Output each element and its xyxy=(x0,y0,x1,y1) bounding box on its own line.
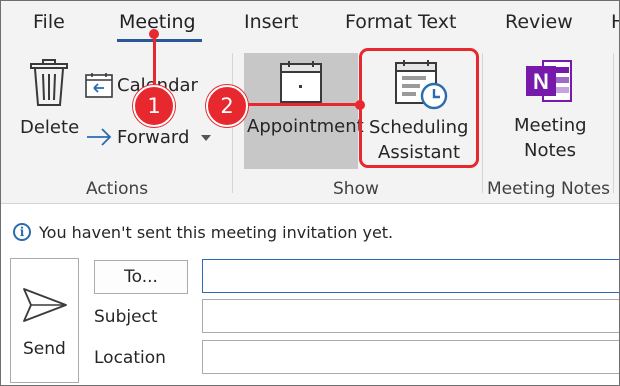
group-divider xyxy=(482,53,483,193)
info-message: You haven't sent this meeting invitation… xyxy=(39,223,394,242)
forward-arrow-icon xyxy=(87,128,112,146)
send-button[interactable]: Send xyxy=(10,258,79,383)
callout-badge-2: 2 xyxy=(206,85,248,127)
meeting-notes-line2: Notes xyxy=(524,140,576,161)
info-icon: i xyxy=(13,223,31,241)
chevron-down-icon[interactable] xyxy=(201,135,211,141)
outlook-meeting-window: File Meeting Insert Format Text Review H… xyxy=(0,0,620,386)
appointment-label: Appointment xyxy=(247,116,364,137)
scheduling-assistant-highlight xyxy=(359,48,479,168)
tab-help-partial[interactable]: H xyxy=(611,11,619,33)
onenote-icon: N xyxy=(526,60,572,102)
meeting-notes-button[interactable]: N Meeting Notes xyxy=(496,55,606,167)
delete-button[interactable]: Delete xyxy=(15,55,79,150)
ribbon: File Meeting Insert Format Text Review H… xyxy=(1,1,619,204)
delete-label: Delete xyxy=(20,117,80,138)
appointment-button[interactable]: Appointment xyxy=(244,53,364,169)
trash-icon xyxy=(30,59,68,106)
subject-label: Subject xyxy=(94,307,158,327)
send-icon xyxy=(23,288,67,322)
info-bar: i You haven't sent this meeting invitati… xyxy=(1,219,619,247)
to-field[interactable] xyxy=(202,259,619,293)
subject-field[interactable] xyxy=(202,299,619,333)
tab-format-text[interactable]: Format Text xyxy=(345,11,456,33)
actions-group-label: Actions xyxy=(86,179,149,199)
active-tab-indicator xyxy=(117,39,202,42)
calendar-icon xyxy=(280,61,322,103)
to-button[interactable]: To... xyxy=(94,260,188,294)
send-label: Send xyxy=(23,339,66,359)
calendar-icon xyxy=(85,73,113,98)
show-group-label: Show xyxy=(333,179,379,199)
tab-file[interactable]: File xyxy=(33,11,65,33)
meeting-notes-group-label: Meeting Notes xyxy=(487,179,611,199)
forward-label: Forward xyxy=(117,127,190,148)
location-field[interactable] xyxy=(202,340,619,374)
tab-insert[interactable]: Insert xyxy=(244,11,299,33)
meeting-notes-line1: Meeting xyxy=(514,115,587,136)
callout-dot-2 xyxy=(355,100,365,110)
forward-button[interactable]: Forward xyxy=(85,123,215,153)
svg-text:N: N xyxy=(533,69,549,94)
location-label: Location xyxy=(94,348,166,368)
callout-dot-1 xyxy=(149,29,159,39)
group-divider xyxy=(613,53,614,193)
callout-badge-1: 1 xyxy=(133,85,175,127)
tab-review[interactable]: Review xyxy=(505,11,573,33)
callout-line-2 xyxy=(245,103,360,106)
